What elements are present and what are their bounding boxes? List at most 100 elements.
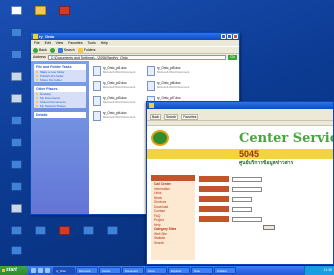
desktop-icon[interactable] bbox=[100, 226, 124, 248]
folder-icon bbox=[33, 34, 38, 39]
system-tray: 11:38 bbox=[304, 266, 334, 275]
red-icon bbox=[58, 226, 70, 235]
menu-favorites[interactable]: Favorites bbox=[68, 40, 82, 46]
file-item[interactable]: ry_Onto_pt6.doc Microsoft Word Document bbox=[147, 80, 192, 92]
form-select[interactable] bbox=[232, 196, 252, 202]
explorer-titlebar[interactable]: ry_Onto bbox=[31, 33, 239, 40]
submit-button[interactable] bbox=[263, 225, 275, 230]
quick-launch-icon[interactable] bbox=[31, 268, 36, 273]
app-icon bbox=[10, 226, 22, 235]
file-item[interactable]: ry_Onto_pt5.doc Microsoft Word Document bbox=[147, 65, 192, 77]
browser-address-bar[interactable] bbox=[147, 121, 333, 126]
form-label bbox=[199, 196, 229, 202]
pc-icon bbox=[10, 204, 22, 213]
desktop-icon[interactable] bbox=[4, 94, 28, 116]
pc-icon bbox=[10, 72, 22, 81]
taskbar-button[interactable]: Microsoft bbox=[76, 267, 98, 274]
taskbar-button[interactable]: ry_Onto bbox=[53, 267, 75, 274]
desktop-icon[interactable] bbox=[28, 226, 52, 248]
quick-launch-icon[interactable] bbox=[38, 268, 43, 273]
address-bar: Address C:\Documents and Settings\...\20… bbox=[31, 54, 239, 60]
back-arrow-icon bbox=[33, 47, 38, 53]
browser-back-button[interactable]: Back bbox=[150, 114, 162, 120]
form-label bbox=[199, 176, 229, 182]
maximize-button[interactable] bbox=[227, 34, 232, 39]
address-field[interactable]: C:\Documents and Settings\...\2006\Sept\… bbox=[47, 54, 227, 60]
menu-view[interactable]: View bbox=[56, 40, 64, 46]
word-document-icon bbox=[147, 81, 155, 91]
back-button[interactable]: Back bbox=[33, 47, 47, 53]
search-button[interactable]: Search bbox=[57, 47, 75, 53]
menu-help[interactable]: Help bbox=[101, 40, 108, 46]
form-select[interactable] bbox=[232, 206, 252, 212]
browser-titlebar[interactable] bbox=[147, 102, 333, 109]
task-link[interactable]: Share this folder bbox=[34, 78, 86, 82]
quick-launch bbox=[28, 268, 53, 273]
desktop-icon[interactable] bbox=[4, 116, 28, 138]
taskbar-button[interactable]: Inbox bbox=[145, 267, 167, 274]
app-icon bbox=[10, 182, 22, 191]
taskbar-button[interactable]: Explorer bbox=[168, 267, 190, 274]
desktop-icon[interactable] bbox=[52, 6, 76, 28]
file-item[interactable]: ry_Onto_pt1.doc Microsoft Word Document bbox=[93, 65, 138, 77]
other-places-box: Other Places Desktop My Documents Shared… bbox=[34, 86, 86, 108]
site-banner: Center Servic bbox=[147, 127, 333, 149]
app-icon bbox=[82, 226, 94, 235]
address-label: Address bbox=[33, 55, 46, 59]
desktop-icon[interactable] bbox=[52, 226, 76, 248]
site-navigation: Call Center Information Links News Services D… bbox=[151, 175, 195, 260]
desktop-icon[interactable] bbox=[4, 160, 28, 182]
menu-edit[interactable]: Edit bbox=[45, 40, 51, 46]
desktop-icon[interactable] bbox=[4, 182, 28, 204]
form-input[interactable] bbox=[232, 216, 262, 222]
pc-icon bbox=[10, 94, 22, 103]
nav-link[interactable]: Search bbox=[151, 241, 195, 246]
taskbar-button[interactable]: Untitled bbox=[214, 267, 236, 274]
desktop-icon[interactable] bbox=[4, 138, 28, 160]
file-item[interactable]: ry_Onto_pt4.doc Microsoft Word Document bbox=[93, 110, 138, 122]
search-form bbox=[199, 175, 329, 230]
place-link[interactable]: My Network Places bbox=[34, 104, 86, 108]
file-item[interactable]: ry_Onto_pt3.doc Microsoft Word Document bbox=[93, 95, 138, 107]
go-button[interactable]: Go bbox=[228, 54, 237, 60]
desktop-icon[interactable] bbox=[76, 226, 100, 248]
browser-window[interactable]: Back Search Favorites Center Servic 5045… bbox=[146, 101, 334, 265]
form-input[interactable] bbox=[232, 186, 262, 192]
forward-button[interactable] bbox=[49, 47, 55, 53]
desktop-icon[interactable] bbox=[4, 246, 28, 268]
site-subtitle: ศูนย์บริการข้อมูลข่าวสาร bbox=[239, 160, 294, 166]
quick-launch-icon[interactable] bbox=[45, 268, 50, 273]
close-button[interactable] bbox=[233, 34, 238, 39]
word-document-icon bbox=[93, 111, 101, 121]
minimize-button[interactable] bbox=[221, 34, 226, 39]
browser-search-button[interactable]: Search bbox=[164, 114, 179, 120]
site-title: Center Servic bbox=[239, 131, 334, 146]
desktop-icon[interactable] bbox=[4, 226, 28, 248]
browser-favorites-button[interactable]: Favorites bbox=[181, 114, 199, 120]
word-document-icon bbox=[147, 66, 155, 76]
start-button[interactable]: start bbox=[0, 266, 28, 275]
phone-number: 5045 bbox=[239, 149, 260, 159]
form-input[interactable] bbox=[232, 176, 262, 182]
desktop-icon[interactable] bbox=[4, 6, 28, 28]
taskbar: start ry_Onto Microsoft Center Document Inbo… bbox=[0, 266, 334, 275]
app-icon bbox=[10, 28, 22, 37]
desktop-icon[interactable] bbox=[4, 50, 28, 72]
form-label bbox=[199, 206, 229, 212]
menu-file[interactable]: File bbox=[34, 40, 40, 46]
app-icon bbox=[10, 246, 22, 255]
taskbar-button[interactable]: Center bbox=[99, 267, 121, 274]
taskbar-button[interactable]: Document bbox=[122, 267, 144, 274]
details-box: Details bbox=[34, 112, 86, 118]
desktop-icon[interactable] bbox=[4, 204, 28, 226]
desktop-icon[interactable] bbox=[4, 28, 28, 50]
desktop-icon[interactable] bbox=[28, 6, 52, 28]
app-icon bbox=[34, 226, 46, 235]
folders-button[interactable]: Folders bbox=[77, 47, 96, 53]
desktop-icon[interactable] bbox=[4, 72, 28, 94]
menu-tools[interactable]: Tools bbox=[88, 40, 96, 46]
taskbar-button[interactable]: Note bbox=[191, 267, 213, 274]
task-box-header[interactable]: Details bbox=[34, 112, 86, 118]
file-item[interactable]: ry_Onto_pt2.doc Microsoft Word Document bbox=[93, 80, 138, 92]
phone-bar: 5045 bbox=[147, 149, 333, 159]
